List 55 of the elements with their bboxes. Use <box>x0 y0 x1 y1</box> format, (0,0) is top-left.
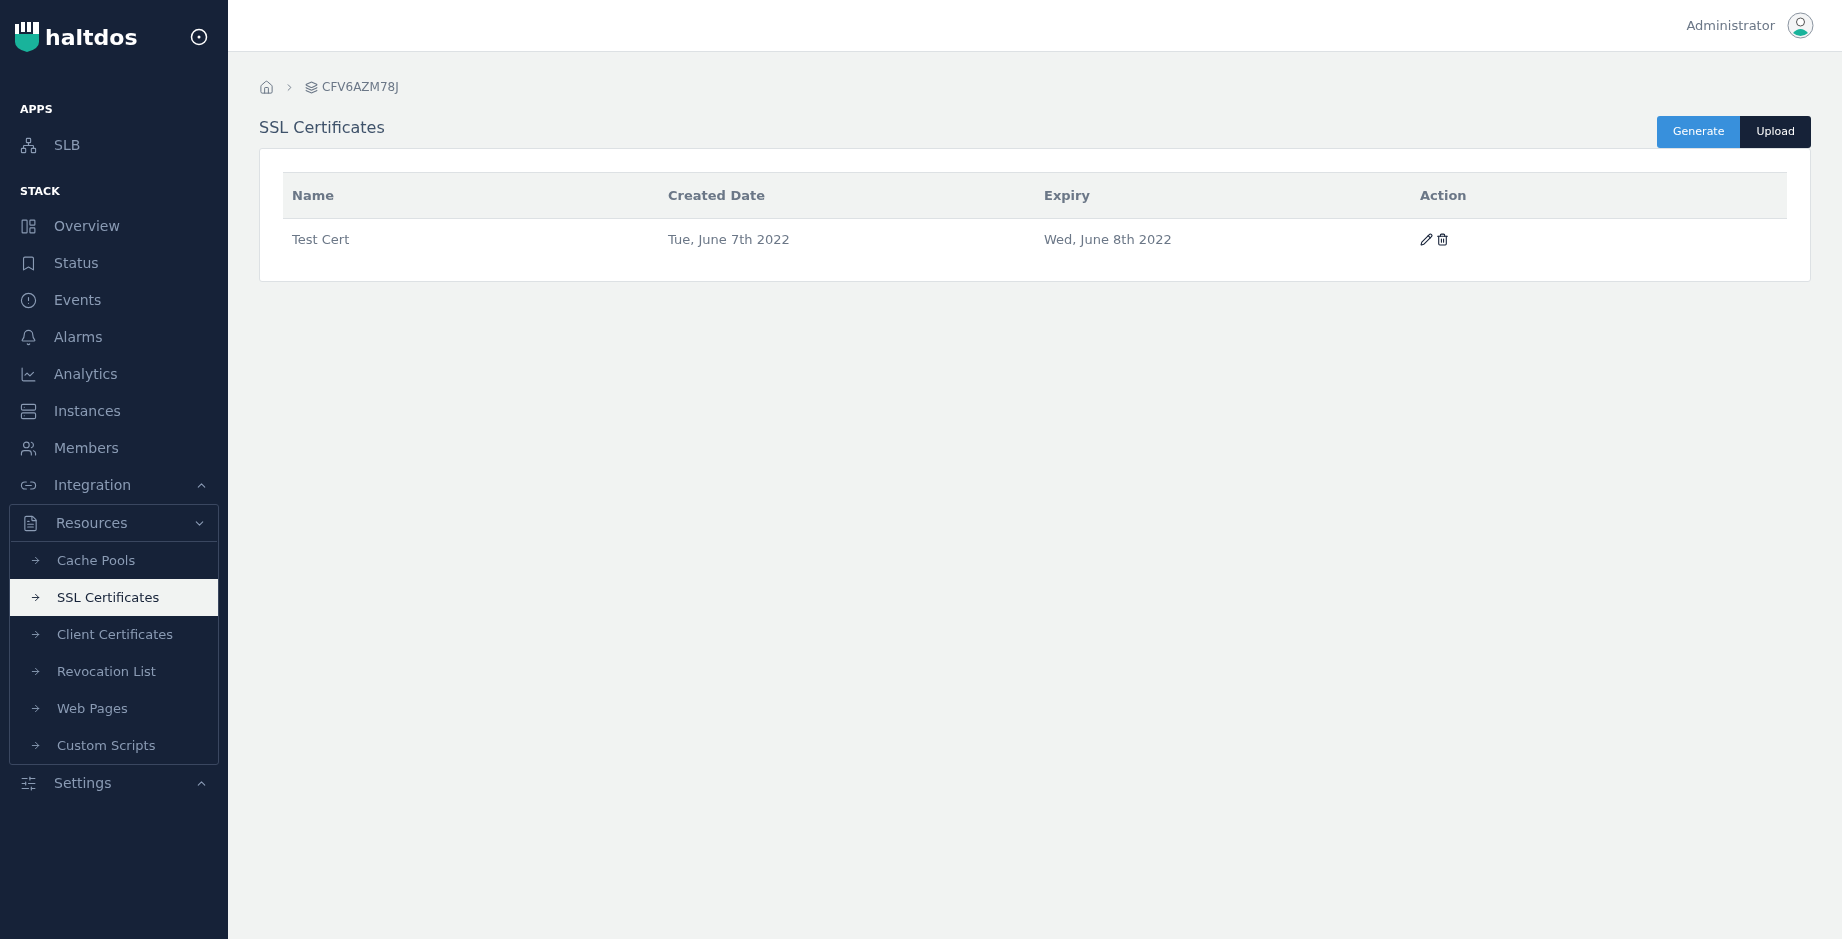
sidebar-item[interactable]: Members <box>0 430 228 467</box>
sidebar-group[interactable]: Settings <box>0 765 228 802</box>
action-button[interactable]: Generate <box>1657 116 1741 148</box>
arrow-icon <box>30 629 41 640</box>
sidebar-group[interactable]: Integration <box>0 467 228 504</box>
users-icon <box>20 440 37 457</box>
alert-icon <box>20 292 37 309</box>
chart-icon <box>20 366 37 383</box>
page-title: SSL Certificates <box>259 117 385 139</box>
arrow-icon <box>30 703 41 714</box>
brand-name: haltdos <box>45 23 139 52</box>
avatar-icon[interactable] <box>1787 12 1814 39</box>
submenu-item[interactable]: Cache Pools <box>10 542 218 579</box>
column-header: Expiry <box>1035 172 1411 219</box>
table-cell: Wed, June 8th 2022 <box>1035 218 1411 261</box>
arrow-icon <box>30 740 41 751</box>
sidebar-item[interactable]: Analytics <box>0 356 228 393</box>
breadcrumb-link[interactable]: CFV6AZM78J <box>322 78 399 96</box>
sidebar-group[interactable]: Resources <box>11 505 217 542</box>
layout-icon <box>20 218 37 235</box>
sidebar-item[interactable]: Events <box>0 282 228 319</box>
section-title: STACK <box>19 183 61 200</box>
target-icon[interactable] <box>190 28 208 46</box>
sidebar-item[interactable]: Status <box>0 245 228 282</box>
document-icon <box>22 514 39 532</box>
home-icon[interactable] <box>259 79 274 95</box>
sitemap-icon <box>20 136 37 154</box>
submenu-item[interactable]: Client Certificates <box>10 616 218 653</box>
table-cell: Tue, June 7th 2022 <box>659 218 1035 261</box>
logo-icon <box>15 22 41 52</box>
arrow-icon <box>30 555 41 566</box>
bell-icon <box>20 329 37 346</box>
table-cell: Test Cert <box>283 218 659 261</box>
submenu-item[interactable]: SSL Certificates <box>10 579 218 616</box>
arrow-icon <box>30 666 41 677</box>
sidebar-item[interactable]: Instances <box>0 393 228 430</box>
delete-icon[interactable] <box>1436 233 1449 247</box>
submenu-item[interactable]: Revocation List <box>10 653 218 690</box>
server-icon <box>20 403 37 420</box>
submenu-item[interactable]: Web Pages <box>10 690 218 727</box>
sliders-icon <box>20 775 37 792</box>
submenu-item[interactable]: Custom Scripts <box>10 727 218 764</box>
edit-icon[interactable] <box>1420 233 1433 247</box>
column-header: Created Date <box>659 172 1035 219</box>
column-header: Action <box>1411 172 1787 219</box>
action-button[interactable]: Upload <box>1740 116 1811 148</box>
arrow-icon <box>30 592 41 603</box>
bookmark-icon <box>20 255 37 272</box>
sidebar-item[interactable]: Overview <box>0 208 228 245</box>
sidebar-item[interactable]: SLB <box>0 126 228 164</box>
section-title: APPS <box>19 102 54 118</box>
layers-icon <box>305 80 318 94</box>
column-header: Name <box>283 172 659 219</box>
sidebar-item[interactable]: Alarms <box>0 319 228 356</box>
user-name: Administrator <box>1686 16 1775 35</box>
